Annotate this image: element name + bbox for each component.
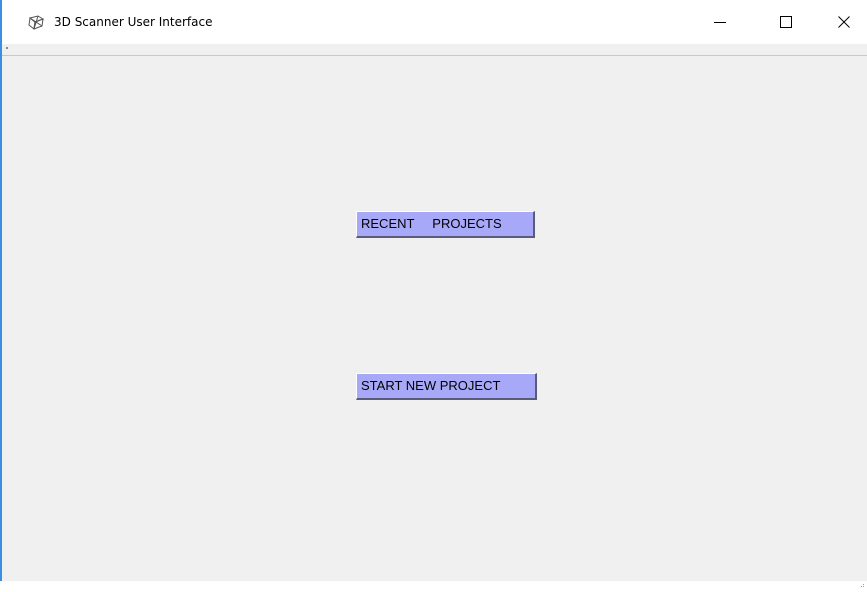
maximize-button[interactable]	[763, 0, 809, 44]
close-icon	[838, 13, 850, 32]
minimize-button[interactable]	[697, 0, 743, 44]
menu-strip	[2, 44, 867, 56]
main-panel: RECENT PROJECTS START NEW PROJECT	[2, 56, 867, 587]
app-window: 3D Scanner User Interface RECENT PROJECT…	[0, 0, 867, 587]
minimize-icon	[714, 13, 726, 32]
recent-projects-button[interactable]: RECENT PROJECTS	[356, 211, 535, 238]
maximize-icon	[780, 13, 792, 32]
menu-grip-icon	[6, 47, 8, 49]
cube-wireframe-icon	[27, 13, 45, 31]
window-title: 3D Scanner User Interface	[54, 15, 213, 29]
resize-grip-icon[interactable]	[859, 573, 865, 587]
start-new-project-button[interactable]: START NEW PROJECT	[356, 373, 537, 400]
close-button[interactable]	[821, 0, 867, 44]
title-bar[interactable]: 3D Scanner User Interface	[2, 0, 867, 44]
